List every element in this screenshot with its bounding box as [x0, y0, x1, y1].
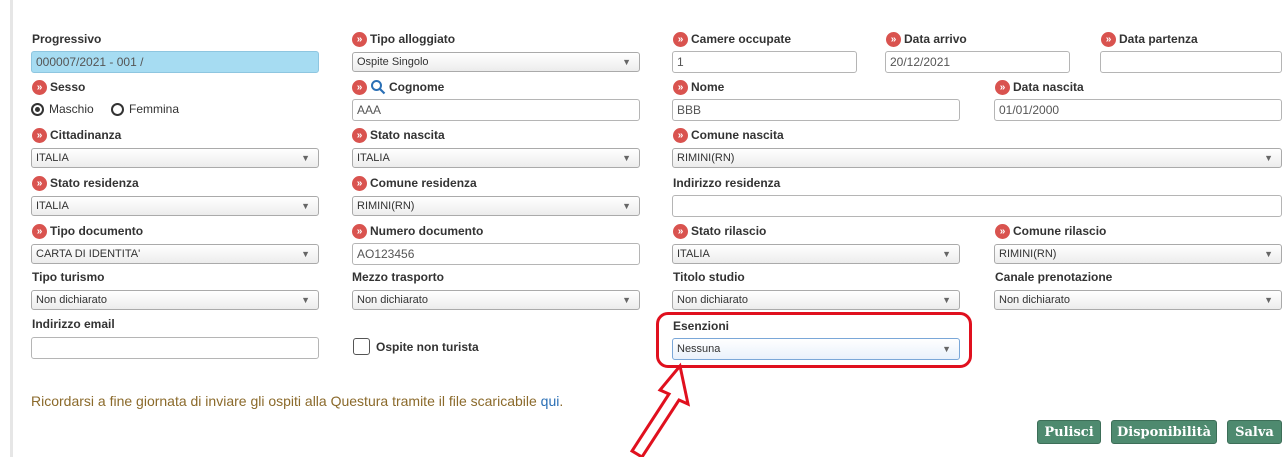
questura-note: Ricordarsi a fine giornata di inviare gl… [31, 393, 564, 409]
comune-nascita-label: » Comune nascita [673, 127, 784, 143]
chevron-down-icon: ▼ [942, 249, 951, 259]
comune-residenza-label: » Comune residenza [352, 175, 477, 191]
data-arrivo-label: » Data arrivo [886, 31, 967, 47]
radio-femmina[interactable]: Femmina [111, 102, 179, 116]
tipo-documento-select[interactable]: CARTA DI IDENTITA' ▼ [31, 244, 319, 264]
comune-rilascio-label: » Comune rilascio [995, 223, 1106, 239]
chevron-down-icon: ▼ [622, 57, 631, 67]
search-icon[interactable] [370, 79, 386, 95]
download-link[interactable]: qui [541, 393, 560, 409]
required-icon: » [673, 127, 688, 143]
cognome-label: » Cognome [352, 79, 444, 95]
cittadinanza-select[interactable]: ITALIA ▼ [31, 148, 319, 168]
canale-prenotazione-label: Canale prenotazione [995, 270, 1113, 284]
indirizzo-residenza-input[interactable] [672, 195, 1282, 217]
tipo-alloggiato-label: » Tipo alloggiato [352, 31, 455, 47]
required-icon: » [1101, 31, 1116, 47]
radio-maschio[interactable]: Maschio [31, 102, 94, 116]
ospite-non-turista-label: Ospite non turista [376, 340, 479, 354]
cognome-input[interactable]: AAA [352, 99, 640, 121]
chevron-down-icon: ▼ [1264, 249, 1273, 259]
disponibilita-button[interactable]: Disponibilità [1111, 420, 1217, 444]
highlight-box [656, 312, 972, 368]
salva-button[interactable]: Salva [1227, 420, 1282, 444]
camere-occupate-input[interactable]: 1 [672, 51, 857, 73]
nome-input[interactable]: BBB [672, 99, 960, 121]
email-input[interactable] [31, 337, 319, 359]
comune-residenza-select[interactable]: RIMINI(RN) ▼ [352, 196, 640, 216]
indirizzo-email-label: Indirizzo email [32, 317, 115, 331]
progressivo-label: Progressivo [32, 32, 102, 46]
stato-nascita-label: » Stato nascita [352, 127, 445, 143]
chevron-down-icon: ▼ [942, 295, 951, 305]
required-icon: » [995, 223, 1010, 239]
canale-prenotazione-select[interactable]: Non dichiarato ▼ [994, 290, 1282, 310]
required-icon: » [352, 223, 367, 239]
chevron-down-icon: ▼ [301, 201, 310, 211]
data-nascita-input[interactable]: 01/01/2000 [994, 99, 1282, 121]
sesso-label: » Sesso [32, 79, 85, 95]
stato-nascita-select[interactable]: ITALIA ▼ [352, 148, 640, 168]
stato-residenza-select[interactable]: ITALIA ▼ [31, 196, 319, 216]
comune-rilascio-select[interactable]: RIMINI(RN) ▼ [994, 244, 1282, 264]
required-icon: » [32, 127, 47, 143]
required-icon: » [352, 31, 367, 47]
stato-rilascio-label: » Stato rilascio [673, 223, 766, 239]
chevron-down-icon: ▼ [622, 295, 631, 305]
data-partenza-input[interactable] [1100, 51, 1282, 73]
chevron-down-icon: ▼ [1264, 295, 1273, 305]
numero-documento-label: » Numero documento [352, 223, 483, 239]
annotation-arrow-icon [629, 362, 691, 457]
chevron-down-icon: ▼ [301, 249, 310, 259]
required-icon: » [352, 79, 367, 95]
stato-rilascio-select[interactable]: ITALIA ▼ [672, 244, 960, 264]
comune-nascita-select[interactable]: RIMINI(RN) ▼ [672, 148, 1282, 168]
data-partenza-label: » Data partenza [1101, 31, 1198, 47]
tipo-alloggiato-select[interactable]: Ospite Singolo ▼ [352, 52, 640, 72]
indirizzo-residenza-label: Indirizzo residenza [673, 176, 781, 190]
titolo-studio-select[interactable]: Non dichiarato ▼ [672, 290, 960, 310]
radio-checked-icon [31, 102, 44, 116]
chevron-down-icon: ▼ [622, 153, 631, 163]
data-arrivo-input[interactable]: 20/12/2021 [885, 51, 1070, 73]
stato-residenza-label: » Stato residenza [32, 175, 139, 191]
progressivo-field: 000007/2021 - 001 / [31, 51, 319, 73]
required-icon: » [673, 223, 688, 239]
required-icon: » [673, 31, 688, 47]
chevron-down-icon: ▼ [301, 153, 310, 163]
numero-documento-input[interactable]: AO123456 [352, 243, 640, 265]
data-nascita-label: » Data nascita [995, 79, 1084, 95]
tipo-turismo-label: Tipo turismo [32, 270, 105, 284]
required-icon: » [673, 79, 688, 95]
radio-unchecked-icon [111, 102, 124, 116]
left-border [10, 0, 13, 457]
ospite-non-turista-checkbox[interactable] [353, 338, 370, 355]
pulisci-button[interactable]: Pulisci [1037, 420, 1101, 444]
mezzo-trasporto-label: Mezzo trasporto [352, 270, 445, 284]
required-icon: » [32, 223, 47, 239]
required-icon: » [352, 175, 367, 191]
titolo-studio-label: Titolo studio [673, 270, 745, 284]
chevron-down-icon: ▼ [301, 295, 310, 305]
nome-label: » Nome [673, 79, 724, 95]
tipo-documento-label: » Tipo documento [32, 223, 143, 239]
required-icon: » [32, 79, 47, 95]
required-icon: » [886, 31, 901, 47]
chevron-down-icon: ▼ [1264, 153, 1273, 163]
chevron-down-icon: ▼ [622, 201, 631, 211]
camere-occupate-label: » Camere occupate [673, 31, 791, 47]
required-icon: » [352, 127, 367, 143]
mezzo-trasporto-select[interactable]: Non dichiarato ▼ [352, 290, 640, 310]
required-icon: » [995, 79, 1010, 95]
cittadinanza-label: » Cittadinanza [32, 127, 121, 143]
tipo-turismo-select[interactable]: Non dichiarato ▼ [31, 290, 319, 310]
required-icon: » [32, 175, 47, 191]
